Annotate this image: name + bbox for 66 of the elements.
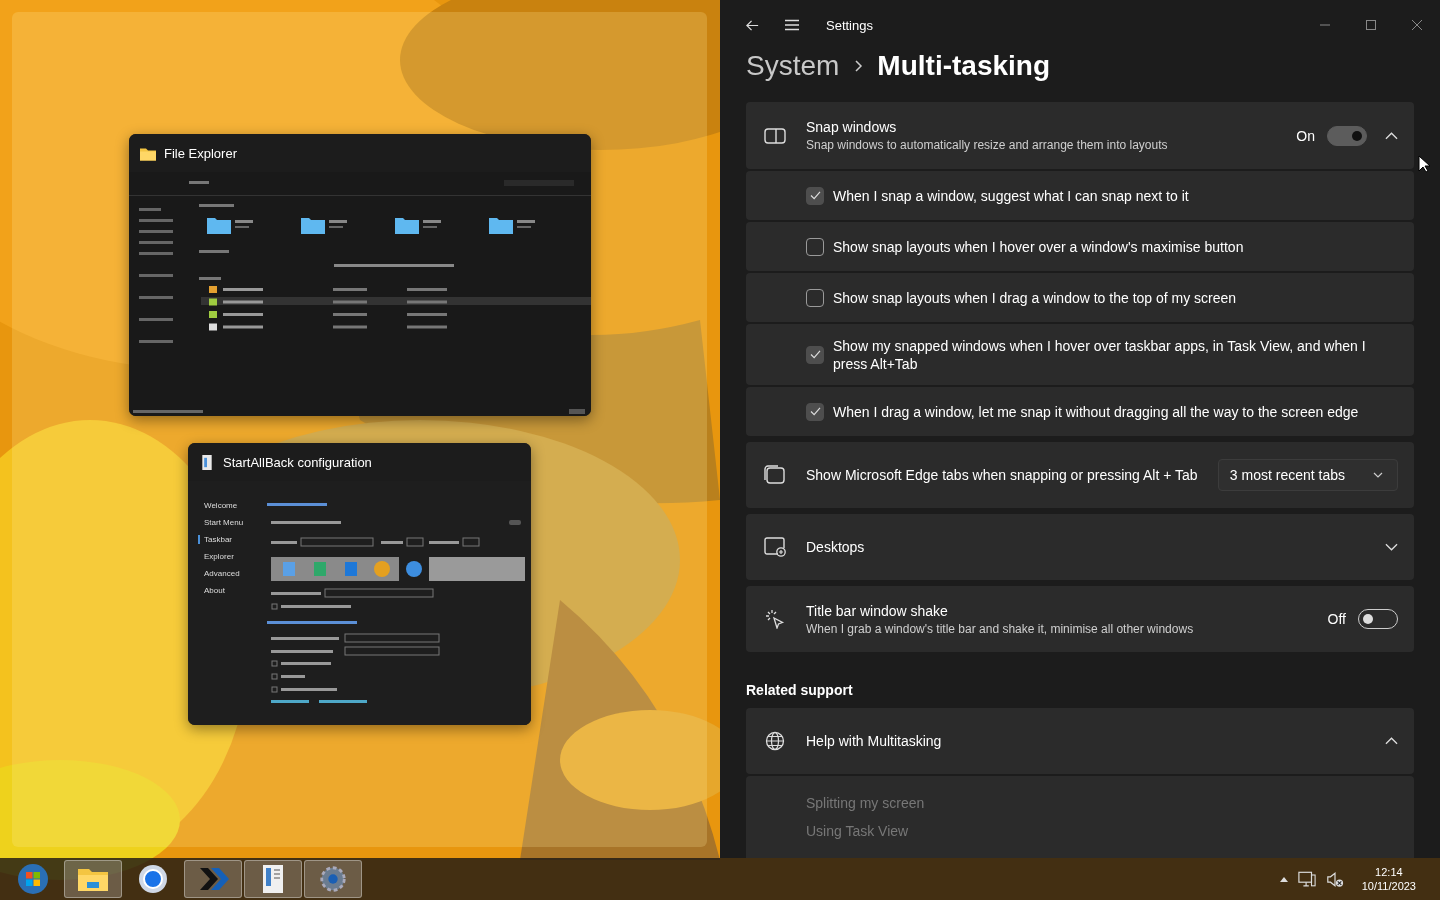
breadcrumb-item: Multi-tasking — [877, 50, 1051, 82]
taskbar-app-button[interactable] — [184, 860, 242, 898]
check-icon — [809, 191, 821, 200]
sparkle-cursor-icon — [764, 609, 786, 629]
window-thumbnail[interactable]: File Explorer — [129, 134, 591, 416]
notepad-icon — [261, 864, 285, 894]
toggle-label: Off — [1327, 611, 1346, 627]
check-icon — [809, 350, 821, 359]
close-icon — [1412, 20, 1422, 30]
breadcrumb-item[interactable]: System — [746, 50, 840, 82]
option-label: Show snap layouts when I hover over a window's maximise button — [833, 237, 1244, 256]
nav-item: Explorer — [203, 552, 235, 561]
window-title: StartAllBack configuration — [223, 454, 372, 470]
nav-item: Start Menu — [203, 518, 245, 527]
option-label: When I drag a window, let me snap it without dragging all the way to the screen edge — [833, 402, 1359, 421]
chevron-up-icon[interactable] — [1385, 737, 1398, 745]
section-heading: Related support — [746, 682, 854, 698]
folder-icon — [77, 866, 109, 892]
tabs-icon — [764, 465, 786, 485]
checkbox[interactable] — [806, 345, 824, 364]
nav-item: Advanced — [203, 569, 241, 578]
minimize-icon — [1320, 24, 1330, 26]
desktop-add-icon — [764, 537, 786, 557]
gear-icon — [318, 864, 348, 894]
option-label: Show snap layouts when I drag a window to the top of my screen — [833, 288, 1237, 307]
checkbox[interactable] — [806, 237, 824, 256]
globe-icon — [764, 731, 786, 751]
menu-icon — [784, 17, 800, 33]
network-icon[interactable] — [1297, 870, 1316, 888]
cursor-icon — [1418, 155, 1430, 173]
setting-description: Snap windows to automatically resize and arrange them into layouts — [806, 138, 1169, 152]
setting-title: Show Microsoft Edge tabs when snapping or pressing Alt + Tab — [806, 467, 1199, 483]
taskbar-app-button[interactable] — [244, 860, 302, 898]
check-icon — [809, 407, 821, 416]
window-thumbnail[interactable]: StartAllBack configuration Welcome Start Menu Taskbar Explorer Advanced About — [188, 443, 531, 725]
checkbox[interactable] — [806, 186, 824, 205]
option-label: Show my snapped windows when I hover over taskbar apps, in Task View, and when I press Alt+Tab — [833, 336, 1367, 373]
nav-item: About — [203, 586, 226, 595]
start-orb-icon — [17, 863, 49, 895]
document-icon — [199, 454, 215, 470]
chevrons-icon — [197, 865, 229, 893]
checkbox[interactable] — [806, 402, 824, 421]
clock-time[interactable]: 12:14 — [1375, 866, 1403, 878]
window-title: Settings — [826, 17, 873, 33]
dropdown[interactable]: 3 most recent tabs — [1217, 459, 1398, 491]
chevron-down-icon — [1373, 472, 1383, 478]
setting-title: Snap windows — [806, 119, 898, 135]
caret-up-icon[interactable] — [1279, 876, 1288, 882]
setting-title: Desktops — [806, 539, 866, 555]
toggle-switch[interactable] — [1327, 125, 1367, 146]
toggle-label: On — [1296, 127, 1315, 144]
clock-date[interactable]: 10/11/2023 — [1361, 880, 1416, 892]
chevron-up-icon[interactable] — [1385, 131, 1398, 140]
window-title: File Explorer — [164, 145, 237, 161]
maximize-icon — [1366, 20, 1376, 30]
chevron-right-icon — [853, 59, 864, 73]
checkbox[interactable] — [806, 288, 824, 307]
option-label: When I snap a window, suggest what I can snap next to it — [833, 186, 1189, 205]
setting-title: Help with Multitasking — [806, 733, 943, 749]
chevron-down-icon[interactable] — [1385, 543, 1398, 551]
speaker-muted-icon[interactable] — [1325, 870, 1344, 888]
setting-description: When I grab a window's title bar and shake it, minimise all other windows — [806, 621, 1195, 636]
setting-title: Title bar window shake — [806, 602, 949, 619]
nav-item: Welcome — [203, 501, 239, 510]
window-icon — [764, 125, 786, 146]
browser-icon — [137, 863, 169, 895]
